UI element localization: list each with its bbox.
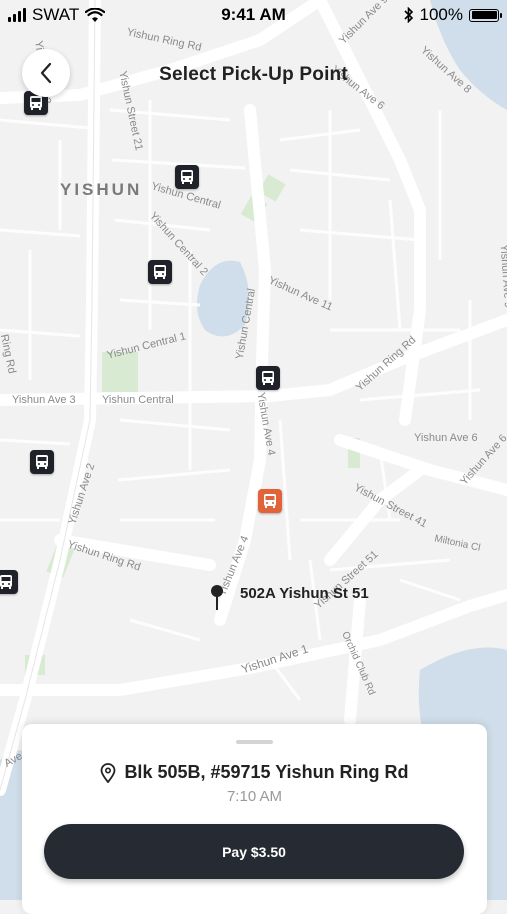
location-pin-icon [101, 762, 116, 783]
status-right: 100% [403, 5, 502, 25]
pickup-address-text: Blk 505B, #59715 Yishun Ring Rd [124, 762, 409, 782]
bus-icon [264, 494, 276, 508]
road-label: Yishun Ave 6 [414, 432, 478, 444]
bus-icon [262, 371, 274, 385]
pickup-time: 7:10 AM [226, 788, 283, 805]
battery-label: 100% [419, 5, 463, 24]
road-label: Yishun Ave 3 [12, 394, 76, 406]
road-label: Yishun Central [102, 394, 174, 406]
bus-stop-marker[interactable] [30, 450, 54, 474]
bus-icon [36, 455, 48, 469]
battery-icon [469, 8, 502, 22]
bluetooth-icon [403, 7, 413, 23]
bus-icon [181, 170, 193, 184]
bus-icon [30, 96, 42, 110]
status-bar: SWAT 9:41 AM 100% [0, 0, 507, 30]
page-title: Select Pick-Up Point [159, 64, 348, 85]
bus-icon [154, 265, 166, 279]
bus-stop-marker[interactable] [256, 366, 280, 390]
pay-button[interactable]: Pay $3.50 [44, 824, 464, 879]
drag-handle[interactable] [236, 740, 273, 744]
map-area-label: YISHUN [60, 180, 143, 199]
bus-stop-marker[interactable] [175, 165, 199, 189]
bottom-sheet: Blk 505B, #59715 Yishun Ring Rd 7:10 AM … [22, 724, 487, 914]
bus-stop-marker[interactable] [0, 570, 18, 594]
bus-icon [0, 575, 12, 589]
bus-stop-marker-selected[interactable] [258, 489, 282, 513]
bus-stop-marker[interactable] [148, 260, 172, 284]
map-pin-icon[interactable] [209, 583, 225, 611]
selected-pin-label: 502A Yishun St 51 [240, 585, 369, 602]
pickup-address: Blk 505B, #59715 Yishun Ring Rd [22, 762, 487, 783]
